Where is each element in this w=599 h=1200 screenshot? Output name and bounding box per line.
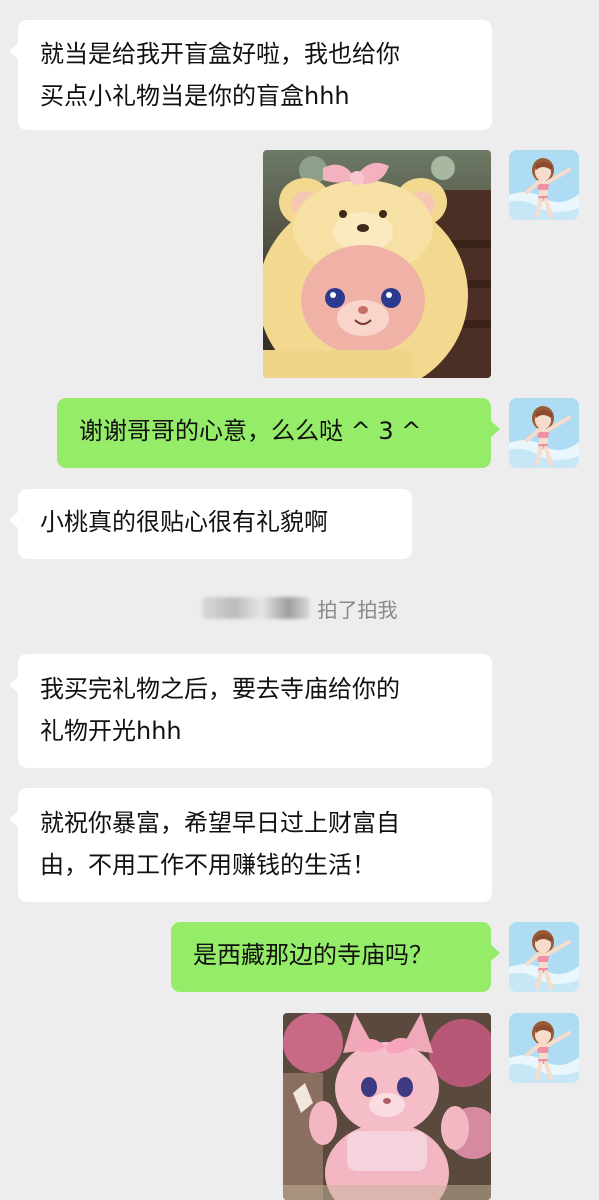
message-bubble-incoming[interactable]: 我买完礼物之后，要去寺庙给你的 礼物开光hhh: [9, 654, 492, 768]
message-text: 就当是给我开盲盒好啦，我也给你: [40, 40, 400, 68]
chat-window: 就当是给我开盲盒好啦，我也给你 买点小礼物当是你的盲盒hhh 谢谢哥哥的心意，么…: [0, 0, 599, 1200]
message-bubble-incoming[interactable]: 就当是给我开盲盒好啦，我也给你 买点小礼物当是你的盲盒hhh: [9, 20, 492, 130]
message-text: 谢谢哥哥的心意，么么哒 ^ 3 ^: [79, 417, 422, 445]
anime-girl-avatar-icon: [509, 398, 579, 468]
plush-bear-photo[interactable]: [263, 150, 491, 378]
message-bubble-incoming[interactable]: 就祝你暴富，希望早日过上财富自 由，不用工作不用赚钱的生活！: [9, 788, 492, 902]
redacted-username: [201, 597, 310, 619]
pat-notice: 拍了拍我: [0, 590, 599, 626]
anime-girl-avatar-icon: [509, 150, 579, 220]
plush-bear-image: [263, 150, 491, 378]
anime-girl-avatar-icon: [509, 922, 579, 992]
message-text: 就祝你暴富，希望早日过上财富自: [40, 809, 400, 837]
message-bubble-outgoing[interactable]: 是西藏那边的寺庙吗？: [171, 922, 500, 992]
my-avatar[interactable]: [509, 150, 579, 220]
message-bubble-incoming[interactable]: 小桃真的很贴心很有礼貌啊: [9, 489, 412, 559]
my-avatar[interactable]: [509, 398, 579, 468]
my-avatar[interactable]: [509, 1013, 579, 1083]
message-text: 由，不用工作不用赚钱的生活！: [40, 851, 376, 879]
pink-fox-mascot-photo[interactable]: [283, 1013, 491, 1200]
message-text: 是西藏那边的寺庙吗？: [193, 941, 433, 969]
message-text: 小桃真的很贴心很有礼貌啊: [40, 508, 328, 536]
my-avatar[interactable]: [509, 922, 579, 992]
pat-notice-text: 拍了拍我: [317, 597, 398, 622]
message-text: 礼物开光hhh: [40, 717, 182, 745]
pink-fox-mascot-image: [283, 1013, 491, 1200]
message-bubble-outgoing[interactable]: 谢谢哥哥的心意，么么哒 ^ 3 ^: [57, 398, 500, 468]
message-text: 买点小礼物当是你的盲盒hhh: [40, 82, 350, 110]
message-text: 我买完礼物之后，要去寺庙给你的: [40, 675, 400, 703]
anime-girl-avatar-icon: [509, 1013, 579, 1083]
